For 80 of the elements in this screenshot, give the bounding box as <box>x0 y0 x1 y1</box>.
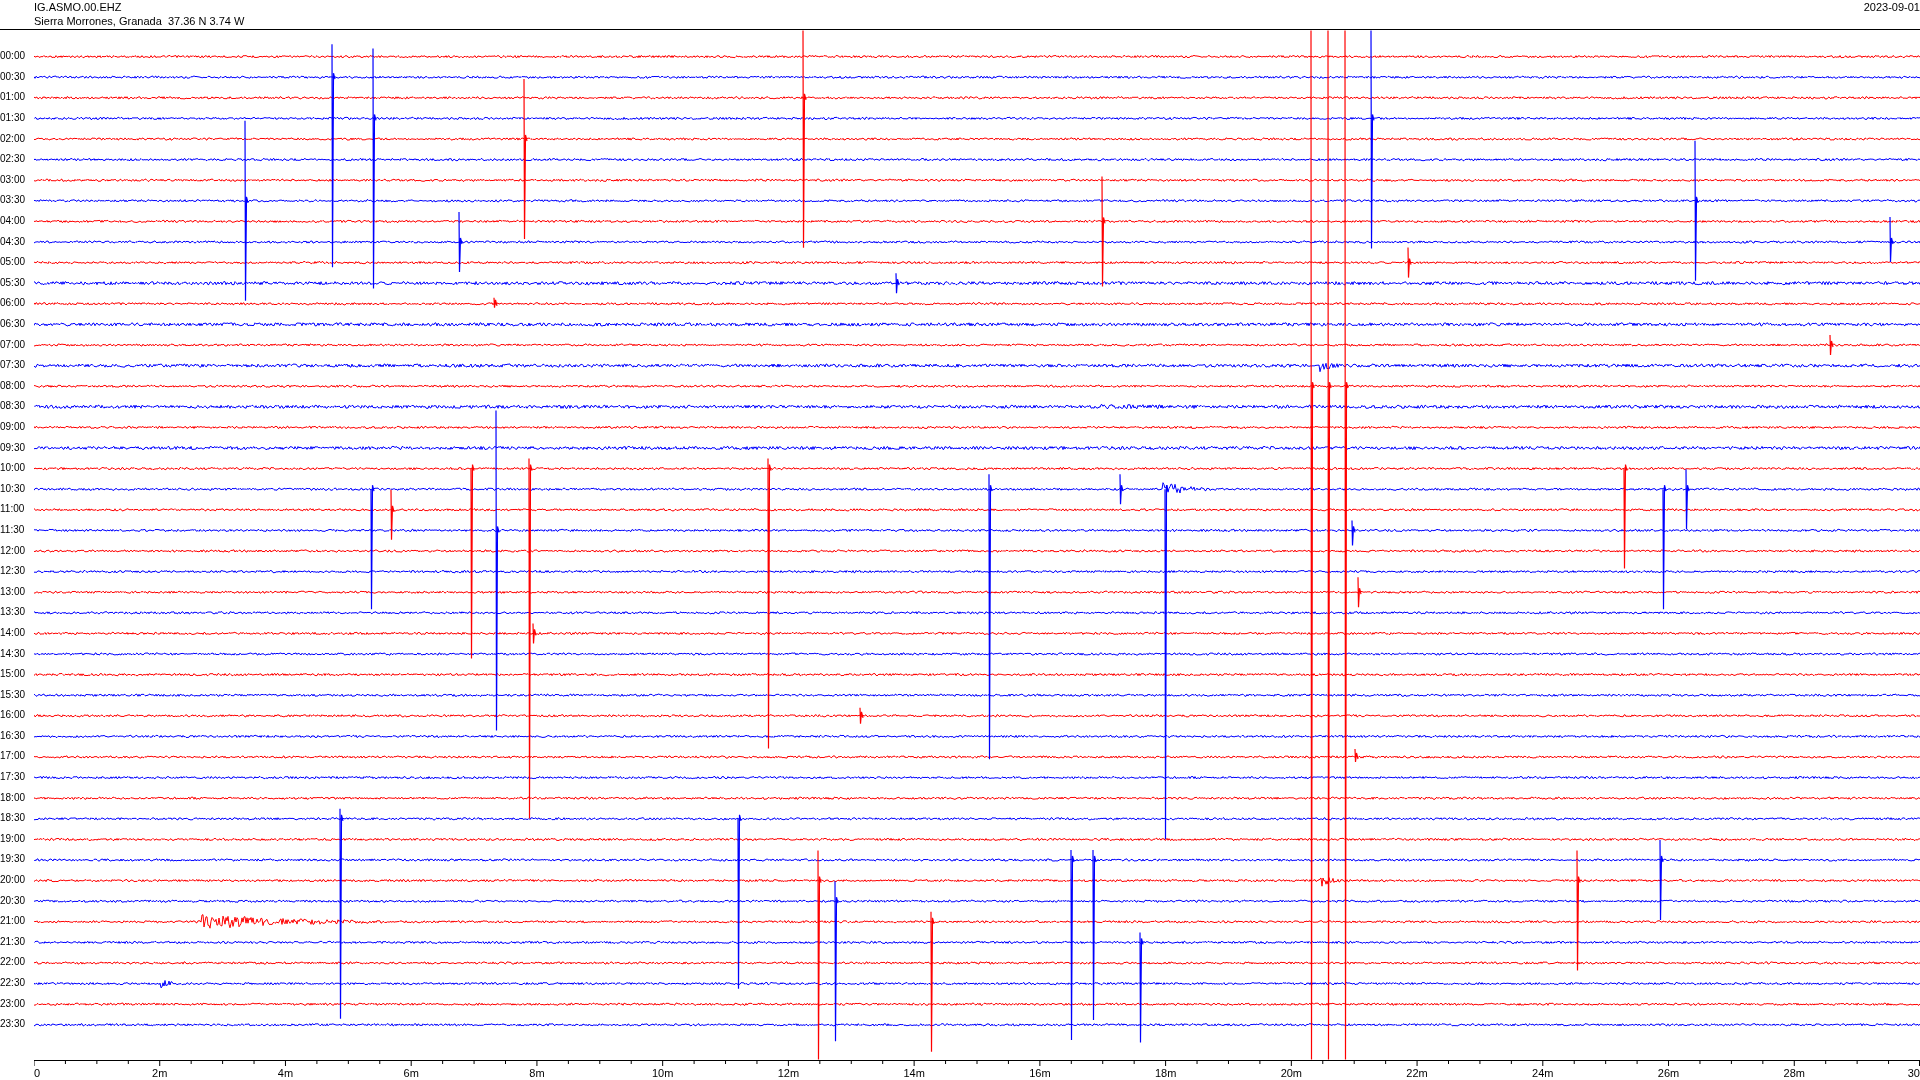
time-label: 03:30 <box>0 193 26 208</box>
time-label: 07:30 <box>0 358 26 373</box>
time-label: 06:30 <box>0 317 26 331</box>
seismic-spike <box>1407 247 1412 279</box>
time-label: 11:30 <box>0 522 25 537</box>
seismic-spike <box>1829 334 1834 356</box>
time-label: 07:00 <box>0 337 26 352</box>
time-label: 09:00 <box>0 420 26 434</box>
seismic-spike <box>1889 216 1894 263</box>
time-label: 22:30 <box>0 976 26 990</box>
time-label: 04:00 <box>0 214 26 229</box>
time-label: 17:00 <box>0 749 26 764</box>
time-label: 02:00 <box>0 131 26 146</box>
station-code: IG.ASMO.00.EHZ <box>34 0 123 14</box>
axis-label: 26m <box>1657 1067 1680 1079</box>
seismic-spike <box>493 297 498 309</box>
axis-label: 12m <box>777 1067 800 1079</box>
seismic-spike <box>1354 748 1359 763</box>
time-label: 19:30 <box>0 852 26 867</box>
time-label: 01:00 <box>0 90 26 105</box>
record-date: 2023-09-01 <box>1863 0 1920 15</box>
time-label: 21:00 <box>0 914 26 929</box>
time-label: 09:30 <box>0 440 26 455</box>
time-label: 10:30 <box>0 481 26 496</box>
station-location: Sierra Morrones, Granada 37.36 N 3.74 W <box>34 14 245 28</box>
axis-label: 14m <box>903 1067 925 1079</box>
seismic-spike <box>1351 519 1356 546</box>
axis-label: 2m <box>152 1067 168 1079</box>
time-label: 17:30 <box>0 770 26 785</box>
axis-label: 0 <box>34 1067 41 1079</box>
time-label: 18:30 <box>0 811 26 826</box>
time-label: 19:00 <box>0 831 26 846</box>
time-label: 05:30 <box>0 275 26 290</box>
axis-label: 18m <box>1154 1067 1177 1079</box>
time-label: 15:30 <box>0 687 26 702</box>
time-label: 13:00 <box>0 584 26 599</box>
time-label: 06:00 <box>0 296 26 311</box>
seismic-spike <box>458 211 463 273</box>
axis-label: 20m <box>1280 1067 1303 1079</box>
time-label: 12:00 <box>0 543 26 558</box>
time-label: 20:00 <box>0 873 26 888</box>
time-label: 02:30 <box>0 152 26 167</box>
time-label: 16:30 <box>0 728 26 743</box>
time-label: 14:30 <box>0 646 26 661</box>
axis-label: 24m <box>1532 1067 1554 1079</box>
axis-label: 30 <box>1907 1067 1920 1079</box>
time-label: 08:00 <box>0 378 26 393</box>
time-label: 04:30 <box>0 234 26 249</box>
time-label: 13:30 <box>0 605 26 620</box>
time-label: 23:00 <box>0 996 26 1011</box>
axis-label: 22m <box>1406 1067 1428 1079</box>
axis-label: 8m <box>529 1067 545 1079</box>
time-label: 18:00 <box>0 790 26 805</box>
time-label: 11:00 <box>0 502 25 517</box>
time-label: 22:00 <box>0 955 26 970</box>
time-label: 21:30 <box>0 934 26 949</box>
time-label: 15:00 <box>0 667 26 682</box>
axis-label: 6m <box>403 1067 419 1079</box>
time-label: 08:30 <box>0 399 26 414</box>
seismic-spike <box>390 489 395 541</box>
time-label: 01:30 <box>0 111 26 126</box>
time-label: 00:30 <box>0 69 26 84</box>
axis-label: 16m <box>1029 1067 1051 1079</box>
time-label: 20:30 <box>0 893 26 908</box>
time-label: 05:00 <box>0 255 26 270</box>
time-label: 14:00 <box>0 625 26 640</box>
time-label: 00:00 <box>0 49 26 64</box>
time-label: 10:00 <box>0 461 26 476</box>
seismic-spike <box>1685 468 1690 530</box>
time-label: 12:30 <box>0 564 26 579</box>
seismic-spike <box>895 272 900 294</box>
time-label: 16:00 <box>0 708 26 723</box>
time-label: 03:00 <box>0 172 26 187</box>
seismic-spike <box>1357 576 1362 608</box>
seismic-spike <box>1119 473 1124 505</box>
seismic-spike <box>859 707 864 725</box>
time-label: 23:30 <box>0 1017 26 1032</box>
axis-label: 28m <box>1783 1067 1805 1079</box>
axis-label: 4m <box>277 1067 294 1079</box>
axis-label: 10m <box>651 1067 674 1079</box>
